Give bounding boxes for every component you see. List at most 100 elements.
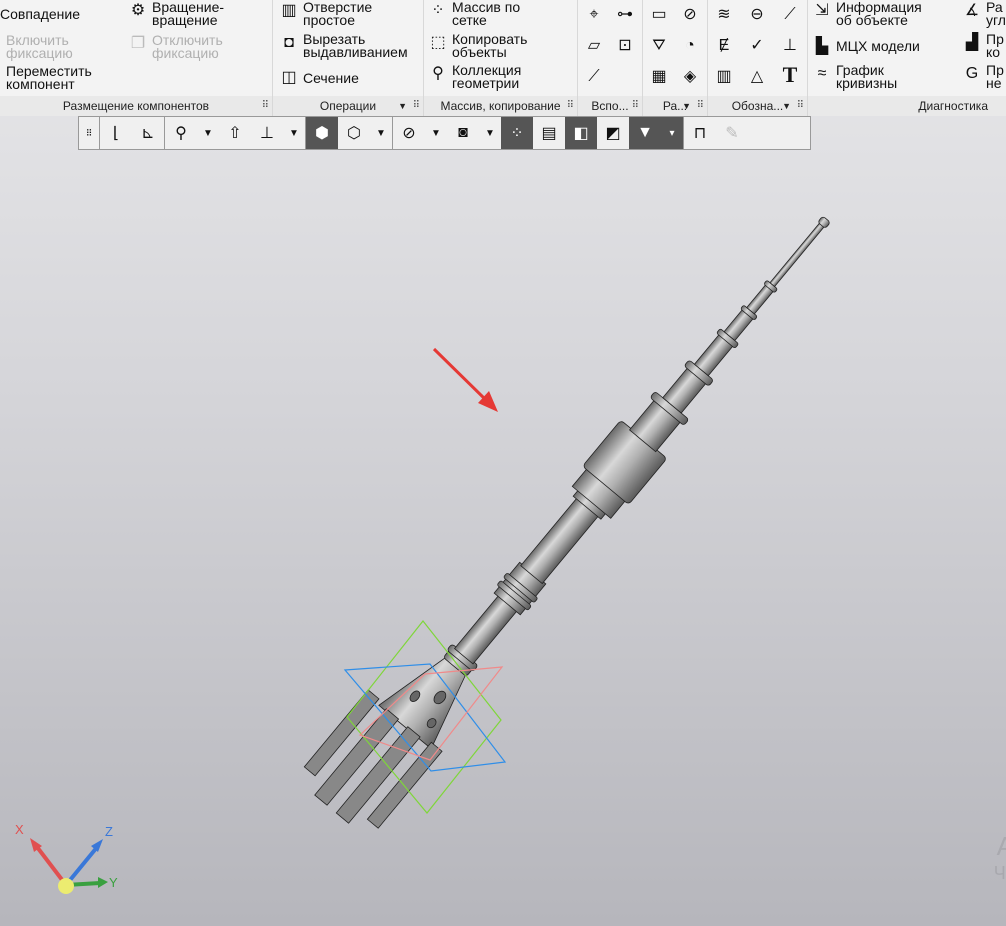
display-dropdown[interactable]: ▼ (370, 117, 392, 149)
group-operations: ▥ Отверстие простое ◘ Вырезать выдавливани… (273, 0, 424, 116)
collision-icon: ▟ (965, 34, 979, 51)
label: Отверстие простое (303, 0, 373, 28)
curvature-graph-button[interactable]: ≈ График кривизны (812, 63, 916, 90)
collection-icon: ⚲ (432, 65, 444, 82)
filter-dropdown[interactable]: ▾ (661, 117, 683, 149)
check-g-button[interactable]: G Пр не (962, 63, 1006, 90)
group-label: Диагностика (808, 96, 1006, 116)
size-table-icon[interactable]: ▦ (648, 66, 670, 88)
angle-button[interactable]: ∡ Ра угл (962, 0, 1006, 28)
annotation-arrow (432, 347, 498, 412)
radius-icon[interactable]: ◔ (679, 35, 701, 57)
watermark-text: Чт (993, 863, 1006, 883)
axis-line-icon[interactable]: ⊖ (746, 4, 768, 26)
orient-dropdown[interactable]: ▼ (283, 117, 305, 149)
pan-icon[interactable]: ⇧ (219, 117, 251, 149)
layers-icon[interactable]: ◩ (597, 117, 629, 149)
angle-icon: ∡ (964, 2, 980, 19)
label: Совпадение (0, 6, 80, 22)
grid-array-icon: ⁘ (431, 2, 445, 19)
section-icon: ◫ (281, 69, 297, 86)
info-icon: ⇲ (815, 2, 829, 19)
label: Сечение (303, 70, 359, 86)
geometry-collection-button[interactable]: ⚲ Коллекция геометрии (428, 62, 542, 91)
enable-fixation-button[interactable]: Включить фиксацию (6, 33, 86, 60)
coincidence-button[interactable]: Совпадение (0, 6, 80, 22)
axis-icon[interactable]: ⟋ (583, 66, 605, 88)
label: Пр ко (986, 31, 1004, 60)
mark-icon[interactable]: Ɇ (713, 35, 735, 57)
group-annotations: ≋ ⊖ ⟋ Ɇ ✓ ⊥ ▥ △ T Обозна... ▼ ⠿ (708, 0, 808, 116)
tolerance-icon[interactable]: ▥ (713, 66, 735, 88)
linear-size-icon[interactable]: ▭ (648, 4, 670, 26)
continuity-icon: G (965, 65, 979, 82)
simple-hole-button[interactable]: ▥ Отверстие простое (279, 0, 393, 28)
visibility-icon[interactable]: ◙ (447, 117, 479, 149)
constraints-icon[interactable]: ⁘ (501, 117, 533, 149)
eyedropper-icon[interactable]: ✎ (716, 117, 748, 149)
x-axis-label: X (15, 822, 24, 837)
z-axis-label: Z (105, 824, 113, 839)
y-axis-label: Y (109, 875, 118, 890)
view-toolbar: ⠿ ⌊ ⊾ ⚲ ▼ ⇧ ⊥ ▼ ⬢ ⬡ ▼ ⊘ ▼ ◙ ▼ ⁘ ▤ ◧ ◩ ▼ … (78, 116, 811, 150)
label: Коллекция геометрии (452, 62, 522, 91)
zoom-dropdown[interactable]: ▼ (197, 117, 219, 149)
check-button[interactable]: ▟ Пр ко (962, 31, 1006, 60)
leader-icon[interactable]: ⟋ (779, 4, 801, 26)
orient-axes-icon[interactable]: ⊥ (251, 117, 283, 149)
label: Отключить фиксацию (152, 32, 223, 61)
move-component-button[interactable]: Переместить компонент (6, 64, 106, 91)
crane-icon[interactable]: ⊓ (684, 117, 716, 149)
lcs-icon[interactable]: ⊡ (614, 35, 636, 57)
label: Массив по сетке (452, 0, 521, 28)
copy-objects-button[interactable]: ⬚ Копировать объекты (428, 31, 542, 60)
label: Копировать объекты (452, 31, 528, 60)
grid-array-button[interactable]: ⁘ Массив по сетке (428, 0, 542, 28)
wireframe-icon[interactable]: ⬡ (338, 117, 370, 149)
group-diagnostics: ⇲ Информация об объекте ▙ МЦХ модели ≈ Граф… (808, 0, 1006, 116)
point-icon[interactable]: ⌖ (583, 4, 605, 26)
copy-icon: ⬚ (430, 34, 446, 51)
group-sizes: ▭ ⊘ ⛛ ◔ ▦ ◈ Ра... ▼ ⠿ (643, 0, 708, 116)
coordinate-triad: X Z Y (15, 822, 118, 894)
thread-icon[interactable]: ≋ (713, 4, 735, 26)
rotation-rotation-button[interactable]: ⚙ Вращение-вращение (128, 0, 242, 27)
section-button[interactable]: ◫ Сечение (279, 68, 359, 88)
label: МЦХ модели (836, 38, 920, 54)
label: Информация об объекте (836, 0, 922, 28)
zoom-window-icon[interactable]: ⚲ (165, 117, 197, 149)
dimensions-icon[interactable]: ▤ (533, 117, 565, 149)
filter-icon[interactable]: ▼ (629, 117, 661, 149)
node-icon[interactable]: ⊶ (614, 4, 636, 26)
base-icon[interactable]: ⊥ (779, 35, 801, 57)
hole-icon: ▥ (281, 2, 297, 19)
chamfer-icon[interactable]: ◈ (679, 66, 701, 88)
group-label: Вспо... ⠿ (578, 96, 642, 116)
datum-icon[interactable]: △ (746, 66, 768, 88)
hide-icon[interactable]: ⊘ (393, 117, 425, 149)
disable-fixation-button[interactable]: ❐ Отключить фиксацию (128, 32, 232, 61)
3d-viewport[interactable]: X Z Y А Чт (0, 151, 1006, 926)
drag-handle[interactable]: ⠿ (79, 117, 99, 149)
group-label: Ра... ▼ ⠿ (643, 96, 707, 116)
group-label: Массив, копирование ⠿ (424, 96, 577, 116)
orientation-icon[interactable]: ⌊ (100, 117, 132, 149)
angle-size-icon[interactable]: ⛛ (648, 35, 670, 57)
object-info-button[interactable]: ⇲ Информация об объекте (812, 0, 936, 28)
curvature-icon: ≈ (817, 65, 827, 82)
mass-properties-button[interactable]: ▙ МЦХ модели (812, 37, 920, 57)
hide-dropdown[interactable]: ▼ (425, 117, 447, 149)
roughness-icon[interactable]: ✓ (746, 35, 768, 57)
normal-to-icon[interactable]: ⊾ (132, 117, 164, 149)
cut-extrude-button[interactable]: ◘ Вырезать выдавливанием (279, 32, 421, 59)
group-auxiliary: ⌖ ⊶ ▱ ⊡ ⟋ Вспо... ⠿ (578, 0, 643, 116)
visibility-dropdown[interactable]: ▼ (479, 117, 501, 149)
text-icon[interactable]: T (779, 64, 801, 86)
ribbon: Совпадение ⚙ Вращение-вращение Включить ф… (0, 0, 1006, 116)
plane-icon[interactable]: ▱ (583, 35, 605, 57)
label: Ра угл (986, 0, 1006, 28)
cut-extrude-icon: ◘ (284, 34, 294, 51)
diameter-icon[interactable]: ⊘ (679, 4, 701, 26)
shaded-icon[interactable]: ⬢ (306, 117, 338, 149)
section-view-icon[interactable]: ◧ (565, 117, 597, 149)
